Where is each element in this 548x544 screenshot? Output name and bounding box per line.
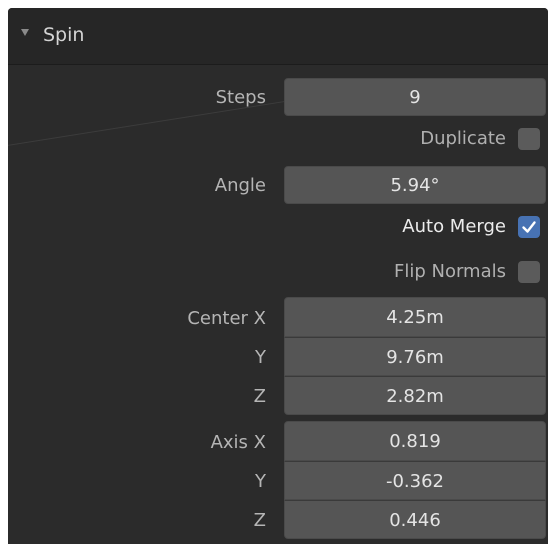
auto-merge-label: Auto Merge bbox=[402, 216, 506, 237]
center-y-label: Y bbox=[255, 347, 266, 368]
panel-title: Spin bbox=[43, 24, 85, 46]
duplicate-checkbox[interactable] bbox=[518, 128, 540, 150]
panel-header[interactable]: Spin bbox=[8, 8, 548, 65]
duplicate-label: Duplicate bbox=[420, 128, 506, 149]
axis-y-field[interactable]: -0.362 bbox=[284, 461, 546, 500]
flip-normals-checkbox[interactable] bbox=[518, 261, 540, 283]
duplicate-row[interactable]: Duplicate bbox=[420, 125, 540, 153]
angle-label: Angle bbox=[214, 175, 266, 196]
flip-normals-label: Flip Normals bbox=[393, 261, 506, 282]
checkmark-icon bbox=[522, 221, 536, 233]
triangle-down-icon[interactable] bbox=[21, 29, 29, 36]
center-x-field[interactable]: 4.25m bbox=[284, 297, 546, 337]
center-y-field[interactable]: 9.76m bbox=[284, 337, 546, 376]
angle-field[interactable]: 5.94° bbox=[284, 166, 546, 204]
auto-merge-checkbox[interactable] bbox=[518, 216, 540, 238]
auto-merge-row[interactable]: Auto Merge bbox=[402, 213, 540, 241]
steps-label: Steps bbox=[215, 87, 266, 108]
center-z-field[interactable]: 2.82m bbox=[284, 376, 546, 415]
steps-field[interactable]: 9 bbox=[284, 78, 546, 116]
center-x-label: Center X bbox=[187, 308, 266, 329]
axis-x-field[interactable]: 0.819 bbox=[284, 421, 546, 461]
axis-z-label: Z bbox=[253, 510, 266, 531]
center-z-label: Z bbox=[253, 386, 266, 407]
flip-normals-row[interactable]: Flip Normals bbox=[394, 258, 540, 286]
axis-x-label: Axis X bbox=[210, 432, 266, 453]
axis-z-field[interactable]: 0.446 bbox=[284, 500, 546, 539]
axis-y-label: Y bbox=[255, 471, 266, 492]
spin-panel: Spin Steps 9 Duplicate Angle 5.94° Auto … bbox=[8, 8, 548, 544]
